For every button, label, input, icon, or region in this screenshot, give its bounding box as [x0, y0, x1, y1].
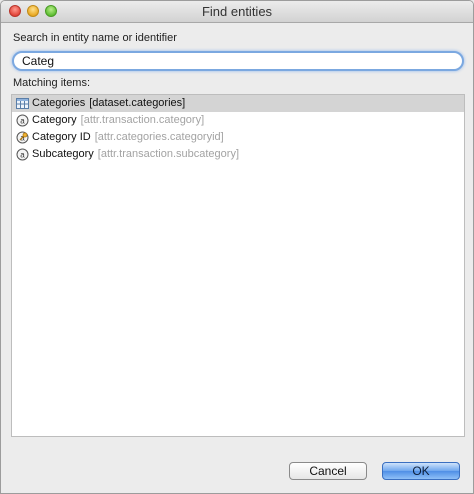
list-item-category-id[interactable]: a Category ID [attr.categories.categoryi… [12, 129, 464, 146]
matching-items-list[interactable]: Categories [dataset.categories] a Catego… [11, 94, 465, 437]
attribute-icon: a [16, 114, 29, 127]
search-input[interactable] [12, 51, 464, 71]
item-identifier: [dataset.categories] [89, 97, 186, 109]
item-identifier: [attr.transaction.subcategory] [97, 148, 240, 160]
item-name: Categories [32, 97, 86, 109]
svg-text:a: a [20, 150, 25, 159]
matching-items-label: Matching items: [13, 77, 91, 89]
item-name: Category ID [32, 131, 91, 143]
search-label: Search in entity name or identifier [13, 32, 177, 44]
cancel-button[interactable]: Cancel [289, 462, 367, 480]
item-identifier: [attr.transaction.category] [80, 114, 205, 126]
item-name: Category [32, 114, 77, 126]
title-bar[interactable]: Find entities [1, 1, 473, 23]
list-item-categories[interactable]: Categories [dataset.categories] [12, 95, 464, 112]
list-item-category[interactable]: a Category [attr.transaction.category] [12, 112, 464, 129]
key-attribute-icon: a [16, 131, 29, 144]
item-name: Subcategory [32, 148, 94, 160]
find-entities-dialog: Find entities Search in entity name or i… [0, 0, 474, 494]
list-item-subcategory[interactable]: a Subcategory [attr.transaction.subcateg… [12, 146, 464, 163]
ok-button[interactable]: OK [382, 462, 460, 480]
attribute-icon: a [16, 148, 29, 161]
item-identifier: [attr.categories.categoryid] [94, 131, 224, 143]
dataset-table-icon [16, 97, 29, 110]
svg-text:a: a [20, 116, 25, 125]
window-title: Find entities [201, 4, 273, 19]
